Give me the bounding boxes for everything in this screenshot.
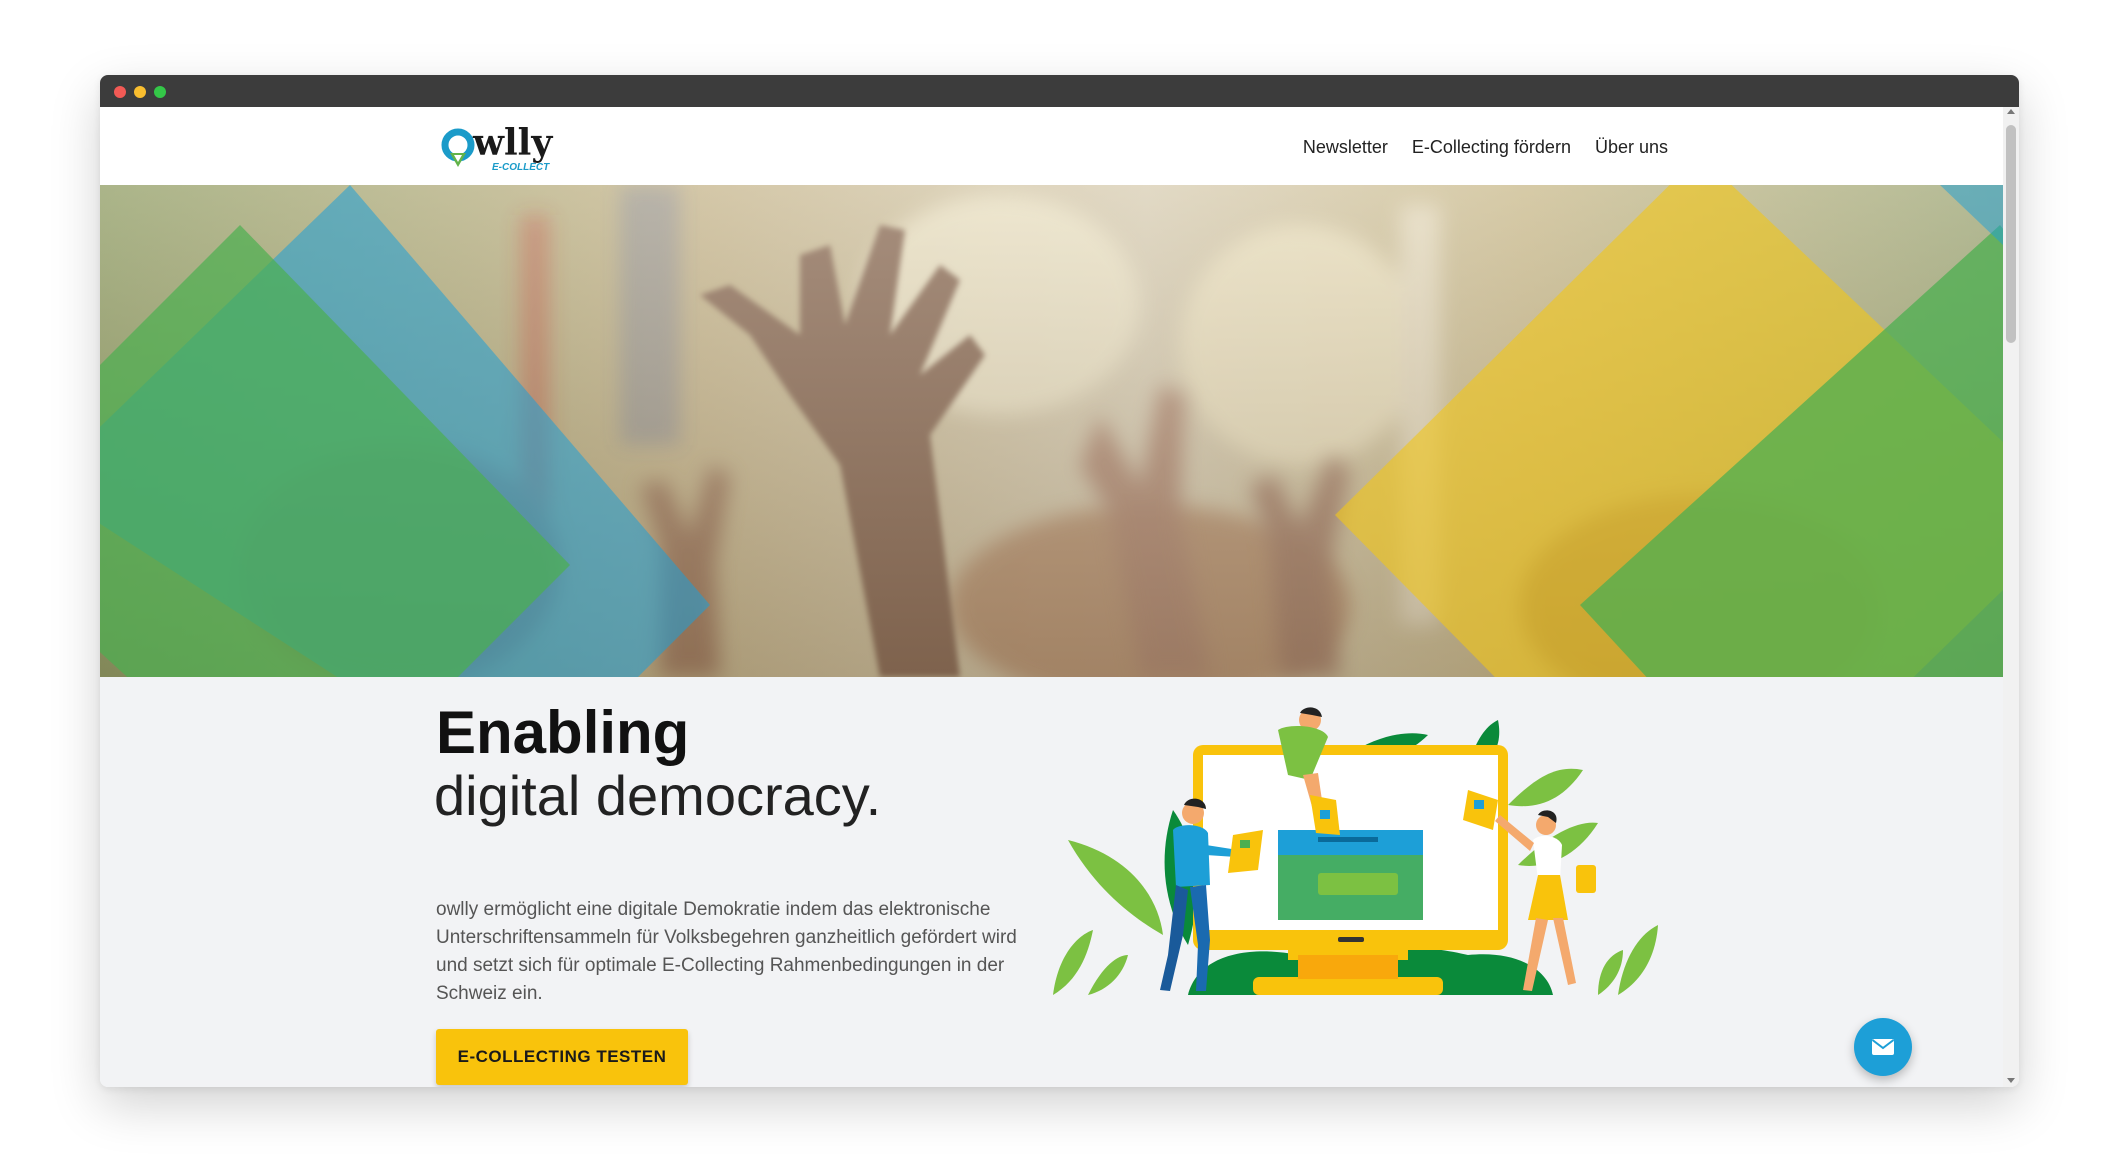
e-voting-illustration — [1053, 707, 1658, 995]
browser-window: wlly E-COLLECT Newsletter E-Collecting f… — [100, 75, 2019, 1087]
intro-description: owlly ermöglicht eine digitale Demokrati… — [436, 899, 1017, 1004]
svg-text:wlly: wlly — [472, 122, 553, 164]
crowd-raised-hands-photo — [100, 185, 2003, 677]
headline-digital-democracy: digital democracy. — [434, 764, 882, 827]
envelope-icon — [1871, 1039, 1895, 1055]
contact-chat-button[interactable] — [1854, 1018, 1912, 1076]
page-scrollbar[interactable] — [2003, 107, 2019, 1087]
nav-ueber-uns[interactable]: Über uns — [1595, 129, 1668, 166]
owlly-logo[interactable]: wlly E-COLLECT — [440, 115, 590, 177]
headline-enabling: Enabling — [436, 699, 690, 766]
e-collecting-testen-button[interactable]: E-COLLECTING TESTEN — [436, 1029, 688, 1085]
hero-image — [100, 185, 2003, 677]
logo-subtext: E-COLLECT — [492, 162, 550, 173]
scroll-down-arrow-icon[interactable] — [2007, 1078, 2015, 1083]
scroll-up-arrow-icon[interactable] — [2007, 109, 2015, 114]
web-page: wlly E-COLLECT Newsletter E-Collecting f… — [100, 107, 2003, 1087]
main-navigation: Newsletter E-Collecting fördern Über uns — [1303, 129, 1668, 166]
minimize-window-dot[interactable] — [134, 86, 146, 98]
window-titlebar — [100, 75, 2019, 107]
scrollbar-thumb[interactable] — [2006, 125, 2016, 343]
close-window-dot[interactable] — [114, 86, 126, 98]
site-header: wlly E-COLLECT Newsletter E-Collecting f… — [100, 107, 2003, 185]
intro-section: Enabling digital democracy. owlly ermögl… — [100, 677, 2003, 1087]
nav-e-collecting-foerdern[interactable]: E-Collecting fördern — [1412, 129, 1571, 166]
nav-newsletter[interactable]: Newsletter — [1303, 129, 1388, 166]
maximize-window-dot[interactable] — [154, 86, 166, 98]
